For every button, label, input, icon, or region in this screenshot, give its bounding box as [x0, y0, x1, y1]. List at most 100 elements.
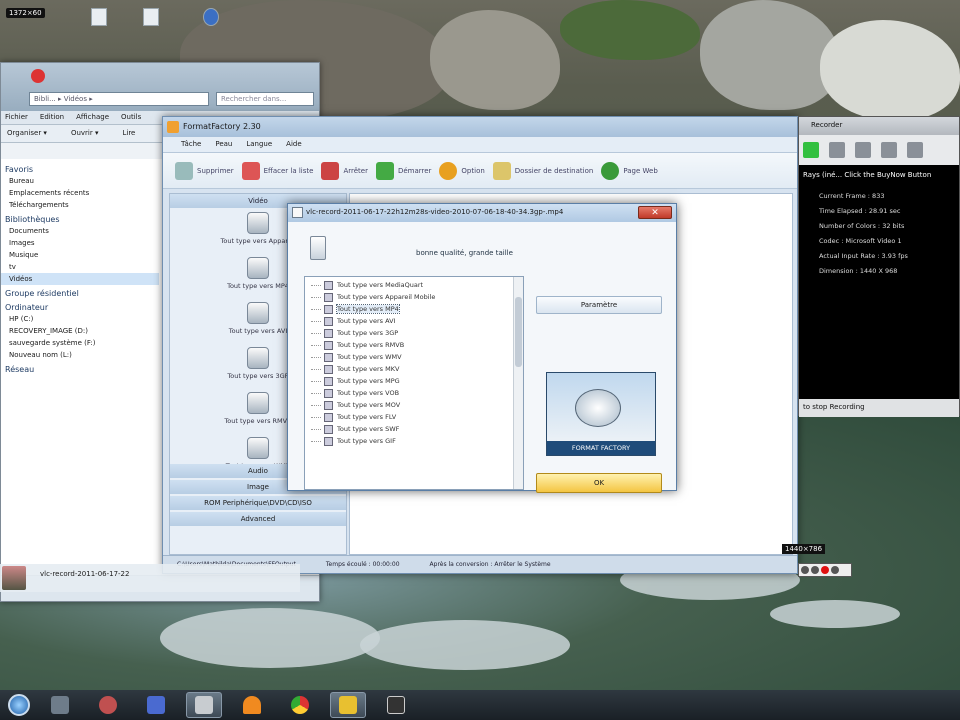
format-icon [247, 212, 269, 234]
format-list-item[interactable]: Tout type vers Appareil Mobile [305, 291, 523, 303]
format-list-item[interactable]: Tout type vers MPG [305, 375, 523, 387]
close-button[interactable]: ✕ [638, 206, 672, 219]
organize-button[interactable]: Organiser ▾ [7, 129, 47, 138]
nav-item[interactable]: Musique [1, 249, 159, 261]
format-list-item[interactable]: Tout type vers WMV [305, 351, 523, 363]
desktop-icon[interactable] [84, 8, 114, 42]
menu-item[interactable]: Aide [286, 140, 301, 152]
tool-icon[interactable] [907, 142, 923, 158]
output-folder-button[interactable]: Dossier de destination [492, 161, 593, 180]
nav-item[interactable]: Ordinateur [1, 299, 159, 313]
nav-item[interactable]: Groupe résidentiel [1, 285, 159, 299]
format-item-label: Tout type vers WMV [337, 353, 402, 361]
record-icon[interactable] [803, 142, 819, 158]
format-list-item[interactable]: Tout type vers RMVB [305, 339, 523, 351]
tool-icon[interactable] [881, 142, 897, 158]
format-list-item[interactable]: Tout type vers FLV [305, 411, 523, 423]
dialog-titlebar: vlc-record-2011-06-17-22h12m28s-video-20… [288, 204, 676, 222]
format-list-item[interactable]: Tout type vers GIF [305, 435, 523, 447]
web-page-button[interactable]: Page Web [601, 161, 658, 180]
nav-item[interactable]: Vidéos [1, 273, 159, 285]
menu-item[interactable]: Outils [121, 113, 141, 122]
settings-icon[interactable] [831, 566, 839, 574]
ok-button[interactable]: OK [536, 473, 662, 493]
nav-item[interactable]: Réseau [1, 361, 159, 375]
tool-icon[interactable] [855, 142, 871, 158]
nav-item[interactable]: Bureau [1, 175, 159, 187]
menu-item[interactable]: Edition [40, 113, 64, 122]
nav-item[interactable]: RECOVERY_IMAGE (D:) [1, 325, 159, 337]
formatfactory-toolbar: Supprimer Effacer la liste Arrêter Démar… [163, 153, 797, 189]
record-icon[interactable] [821, 566, 829, 574]
format-list-item[interactable]: Tout type vers MediaQuart [305, 279, 523, 291]
nav-item[interactable]: Bibliothèques [1, 211, 159, 225]
pause-icon[interactable] [801, 566, 809, 574]
nav-item[interactable]: Emplacements récents [1, 187, 159, 199]
menu-item[interactable]: Langue [246, 140, 272, 152]
rom-category[interactable]: ROM Periphérique\DVD\CD\ISO [170, 496, 346, 510]
stop-icon[interactable] [811, 566, 819, 574]
nav-item[interactable]: Documents [1, 225, 159, 237]
format-item-label: Tout type vers Appareil Mobile [337, 293, 436, 301]
nav-item[interactable]: sauvegarde système (F:) [1, 337, 159, 349]
menu-item[interactable]: Affichage [76, 113, 109, 122]
taskbar-explorer[interactable] [42, 692, 78, 718]
stop-button[interactable]: Arrêter [321, 161, 368, 180]
format-list-item[interactable]: Tout type vers MP4 [305, 303, 523, 315]
nav-item[interactable]: Favoris [1, 161, 159, 175]
play-button[interactable]: Lire [122, 129, 135, 138]
format-item-label: Tout type vers SWF [337, 425, 400, 433]
nav-item[interactable]: Nouveau nom (L:) [1, 349, 159, 361]
open-button[interactable]: Ouvrir ▾ [71, 129, 99, 138]
advanced-category[interactable]: Advanced [170, 512, 346, 526]
nav-item[interactable]: HP (C:) [1, 313, 159, 325]
remove-button[interactable]: Supprimer [175, 161, 234, 180]
file-thumbnail [2, 566, 26, 590]
start-button[interactable] [8, 694, 30, 716]
nav-item[interactable]: Téléchargements [1, 199, 159, 211]
format-list-item[interactable]: Tout type vers MKV [305, 363, 523, 375]
format-item-label: Tout type vers FLV [337, 413, 397, 421]
after-conversion[interactable]: Après la conversion : Arrêter le Système [430, 561, 551, 568]
menu-item[interactable]: Fichier [5, 113, 28, 122]
recorded-file-item[interactable]: vlc-record-2011-06-17-22 [0, 564, 300, 592]
tool-icon[interactable] [829, 142, 845, 158]
desktop-icon[interactable] [196, 8, 226, 42]
format-icon [324, 352, 333, 362]
format-list-item[interactable]: Tout type vers AVI [305, 315, 523, 327]
start-button[interactable]: Démarrer [375, 161, 431, 180]
tree-connector [311, 284, 321, 286]
clear-list-button[interactable]: Effacer la liste [241, 161, 313, 180]
start-icon [375, 161, 394, 180]
nav-item[interactable]: Images [1, 237, 159, 249]
taskbar-formatfactory[interactable] [186, 692, 222, 718]
back-icon[interactable] [31, 69, 45, 83]
format-icon [247, 257, 269, 279]
nav-item[interactable]: tv [1, 261, 159, 273]
taskbar-app[interactable] [138, 692, 174, 718]
taskbar-media[interactable] [90, 692, 126, 718]
taskbar-chrome[interactable] [282, 692, 318, 718]
search-input[interactable]: Rechercher dans... [216, 92, 314, 106]
menu-item[interactable]: Tâche [181, 140, 201, 152]
format-icon [324, 400, 333, 410]
format-list-item[interactable]: Tout type vers VOB [305, 387, 523, 399]
desktop-icon[interactable] [136, 8, 166, 42]
settings-button[interactable]: Paramètre [536, 296, 662, 314]
format-list-item[interactable]: Tout type vers MOV [305, 399, 523, 411]
preview-label: FORMAT FACTORY [547, 441, 655, 455]
taskbar-recorder[interactable] [378, 692, 414, 718]
web-page-label: Page Web [623, 166, 658, 175]
menu-item[interactable]: Peau [215, 140, 232, 152]
scrollbar[interactable] [513, 277, 523, 489]
taskbar-vlc[interactable] [234, 692, 270, 718]
tree-connector [311, 416, 321, 418]
recorder-stat: Current Frame : 833 [819, 192, 885, 200]
recorded-file-name: vlc-record-2011-06-17-22 [40, 570, 130, 578]
format-list-item[interactable]: Tout type vers 3GP [305, 327, 523, 339]
address-bar[interactable]: Bibli... ▸ Vidéos ▸ [29, 92, 209, 106]
format-list-item[interactable]: Tout type vers SWF [305, 423, 523, 435]
option-button[interactable]: Option [439, 161, 485, 180]
taskbar-notes[interactable] [330, 692, 366, 718]
format-preview-image: FORMAT FACTORY [546, 372, 656, 456]
